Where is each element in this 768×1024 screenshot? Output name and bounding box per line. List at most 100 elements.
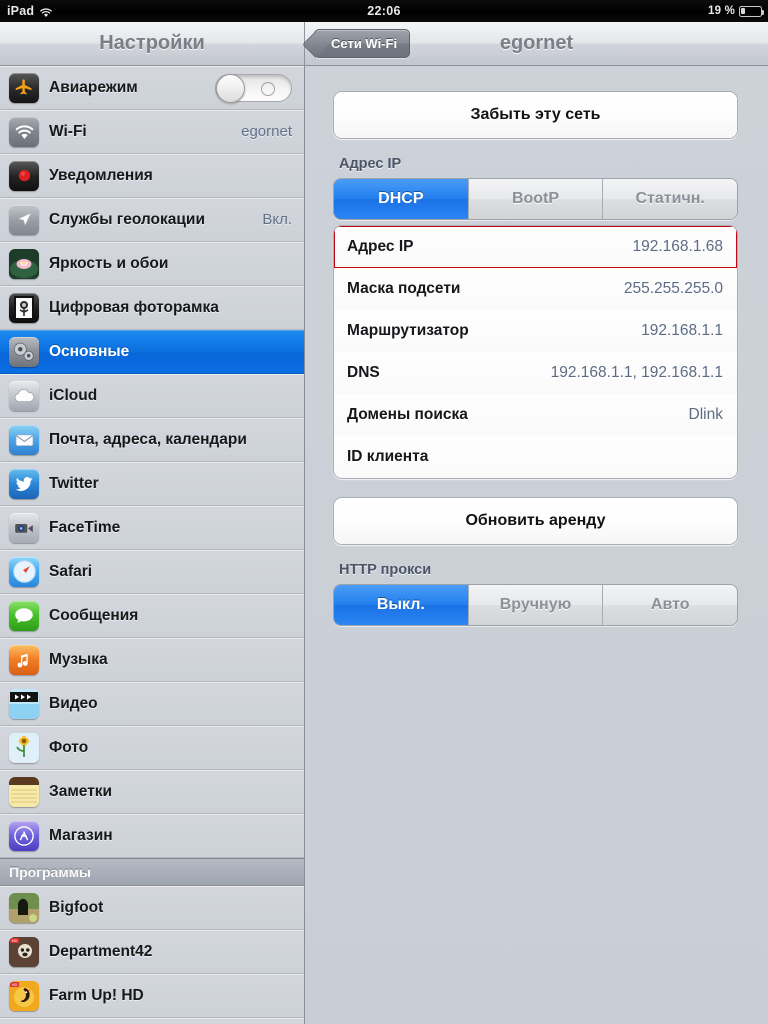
- sidebar-item-7[interactable]: iCloud: [0, 374, 304, 418]
- sidebar-group-header-apps: Программы: [0, 858, 304, 886]
- proxy-mode-option-1[interactable]: Вручную: [467, 585, 603, 625]
- sidebar-item-9[interactable]: Twitter: [0, 462, 304, 506]
- ip-detail-row-wrapper-0: Адрес IP 192.168.1.68: [334, 226, 737, 270]
- sidebar-item-11[interactable]: Safari: [0, 550, 304, 594]
- sidebar-item-16[interactable]: Заметки: [0, 770, 304, 814]
- forget-network-card: Забыть эту сеть: [333, 91, 738, 139]
- ip-detail-value: Dlink: [688, 406, 723, 423]
- sidebar-item-label: Twitter: [49, 474, 99, 492]
- back-button-label: Сети Wi-Fi: [331, 36, 398, 51]
- device-name: iPad: [7, 4, 35, 18]
- ip-detail-row-wrapper-3: DNS 192.168.1.1, 192.168.1.1: [334, 352, 737, 394]
- sidebar-item-14[interactable]: Видео: [0, 682, 304, 726]
- messages-icon: [9, 600, 39, 631]
- svg-text:HD: HD: [12, 938, 18, 943]
- airplane-mode-toggle[interactable]: [215, 74, 292, 103]
- sidebar-item-value: egornet: [241, 123, 292, 140]
- back-button-wifi-networks[interactable]: Сети Wi-Fi: [314, 29, 411, 58]
- ip-detail-row[interactable]: Адрес IP 192.168.1.68: [334, 226, 737, 268]
- notifications-icon: [9, 160, 39, 191]
- proxy-section-label: HTTP прокси: [339, 562, 432, 578]
- ip-detail-key: Домены поиска: [347, 406, 468, 423]
- sidebar-item-label: Яркость и обои: [49, 254, 169, 272]
- location-services-icon: [9, 204, 39, 235]
- wifi-detail-pane: Забыть эту сеть Адрес IP DHCP BootP Статич…: [305, 66, 768, 1024]
- settings-sidebar[interactable]: Авиарежим Wi-Fi egornet Уведомления Службы г…: [0, 66, 305, 1024]
- farm-up-hd-app-icon: HD: [9, 980, 39, 1011]
- ip-mode-option-0[interactable]: DHCP: [334, 179, 468, 219]
- sidebar-item-12[interactable]: Сообщения: [0, 594, 304, 638]
- ip-detail-key: Маршрутизатор: [347, 322, 469, 339]
- sidebar-item-label: Фото: [49, 738, 89, 756]
- sidebar-item-6[interactable]: Основные: [0, 330, 304, 374]
- ip-mode-segmented-control[interactable]: DHCP BootP Статичн.: [333, 178, 738, 220]
- sidebar-item-1[interactable]: Wi-Fi egornet: [0, 110, 304, 154]
- sidebar-item-0[interactable]: Авиарежим: [0, 66, 304, 110]
- ip-section-label: Адрес IP: [339, 156, 402, 172]
- forget-network-button[interactable]: Забыть эту сеть: [334, 92, 737, 138]
- renew-lease-button[interactable]: Обновить аренду: [334, 498, 737, 544]
- http-proxy-segmented-control[interactable]: Выкл. Вручную Авто: [333, 584, 738, 626]
- sidebar-item-17[interactable]: Магазин: [0, 814, 304, 858]
- music-icon: [9, 644, 39, 675]
- ip-detail-row-wrapper-1: Маска подсети 255.255.255.0: [334, 268, 737, 310]
- sidebar-item-label: Службы геолокации: [49, 210, 205, 228]
- proxy-mode-option-2[interactable]: Авто: [602, 585, 737, 625]
- sidebar-app-item-1[interactable]: HD Department42: [0, 930, 304, 974]
- icloud-icon: [9, 380, 39, 411]
- sidebar-item-label: Сообщения: [49, 606, 139, 624]
- notes-icon: [9, 776, 39, 807]
- facetime-icon: [9, 512, 39, 543]
- sidebar-item-label: iCloud: [49, 386, 98, 404]
- sidebar-app-item-2[interactable]: HD Farm Up! HD: [0, 974, 304, 1018]
- ip-detail-row-wrapper-5: ID клиента: [334, 436, 737, 478]
- proxy-mode-option-0[interactable]: Выкл.: [334, 585, 468, 625]
- sidebar-item-label: Магазин: [49, 826, 113, 844]
- ip-mode-option-1[interactable]: BootP: [467, 179, 603, 219]
- sidebar-item-10[interactable]: FaceTime: [0, 506, 304, 550]
- sidebar-app-label: Bigfoot: [49, 898, 104, 916]
- video-icon: [9, 688, 39, 719]
- navigation-bars: Настройки Сети Wi-Fi egornet: [0, 22, 768, 66]
- sidebar-item-label: Safari: [49, 562, 93, 580]
- sidebar-item-15[interactable]: Фото: [0, 726, 304, 770]
- ip-mode-option-2[interactable]: Статичн.: [602, 179, 737, 219]
- sidebar-item-label: Музыка: [49, 650, 108, 668]
- sidebar-navbar: Настройки: [0, 22, 305, 66]
- ip-detail-row[interactable]: Маршрутизатор 192.168.1.1: [334, 310, 737, 352]
- sidebar-item-2[interactable]: Уведомления: [0, 154, 304, 198]
- sidebar-item-8[interactable]: Почта, адреса, календари: [0, 418, 304, 462]
- ip-detail-key: Адрес IP: [347, 237, 414, 255]
- mail-icon: [9, 424, 39, 455]
- ip-detail-row[interactable]: ID клиента: [334, 436, 737, 478]
- sidebar-item-label: Заметки: [49, 782, 113, 800]
- ip-detail-row[interactable]: DNS 192.168.1.1, 192.168.1.1: [334, 352, 737, 394]
- svg-text:HD: HD: [12, 982, 18, 987]
- sidebar-app-label: Farm Up! HD: [49, 986, 144, 1004]
- sidebar-app-item-0[interactable]: Bigfoot: [0, 886, 304, 930]
- sidebar-item-label: Почта, адреса, календари: [49, 430, 247, 448]
- ip-detail-row-wrapper-2: Маршрутизатор 192.168.1.1: [334, 310, 737, 352]
- ip-detail-value: 192.168.1.1: [641, 322, 723, 339]
- wifi-icon: [39, 7, 53, 18]
- sidebar-item-3[interactable]: Службы геолокации Вкл.: [0, 198, 304, 242]
- ip-detail-key: Маска подсети: [347, 280, 461, 297]
- ip-detail-key: DNS: [347, 364, 380, 381]
- sidebar-app-item-partial[interactable]: [0, 1018, 304, 1024]
- status-bar: iPad 22:06 19 %: [0, 0, 768, 22]
- status-bar-left: iPad: [0, 4, 53, 18]
- sidebar-item-label: Видео: [49, 694, 98, 712]
- sidebar-item-13[interactable]: Музыка: [0, 638, 304, 682]
- ip-detail-row[interactable]: Маска подсети 255.255.255.0: [334, 268, 737, 310]
- general-gear-icon: [9, 336, 39, 367]
- sidebar-item-label: Уведомления: [49, 166, 153, 184]
- sidebar-item-4[interactable]: Яркость и обои: [0, 242, 304, 286]
- battery-icon: [739, 5, 765, 17]
- status-bar-clock: 22:06: [367, 4, 401, 18]
- sidebar-item-5[interactable]: Цифровая фоторамка: [0, 286, 304, 330]
- ip-detail-value: 192.168.1.68: [632, 237, 723, 255]
- toggle-knob[interactable]: [216, 74, 245, 103]
- department42-app-icon: HD: [9, 936, 39, 967]
- settings-title: Настройки: [99, 32, 205, 54]
- ip-detail-row[interactable]: Домены поиска Dlink: [334, 394, 737, 436]
